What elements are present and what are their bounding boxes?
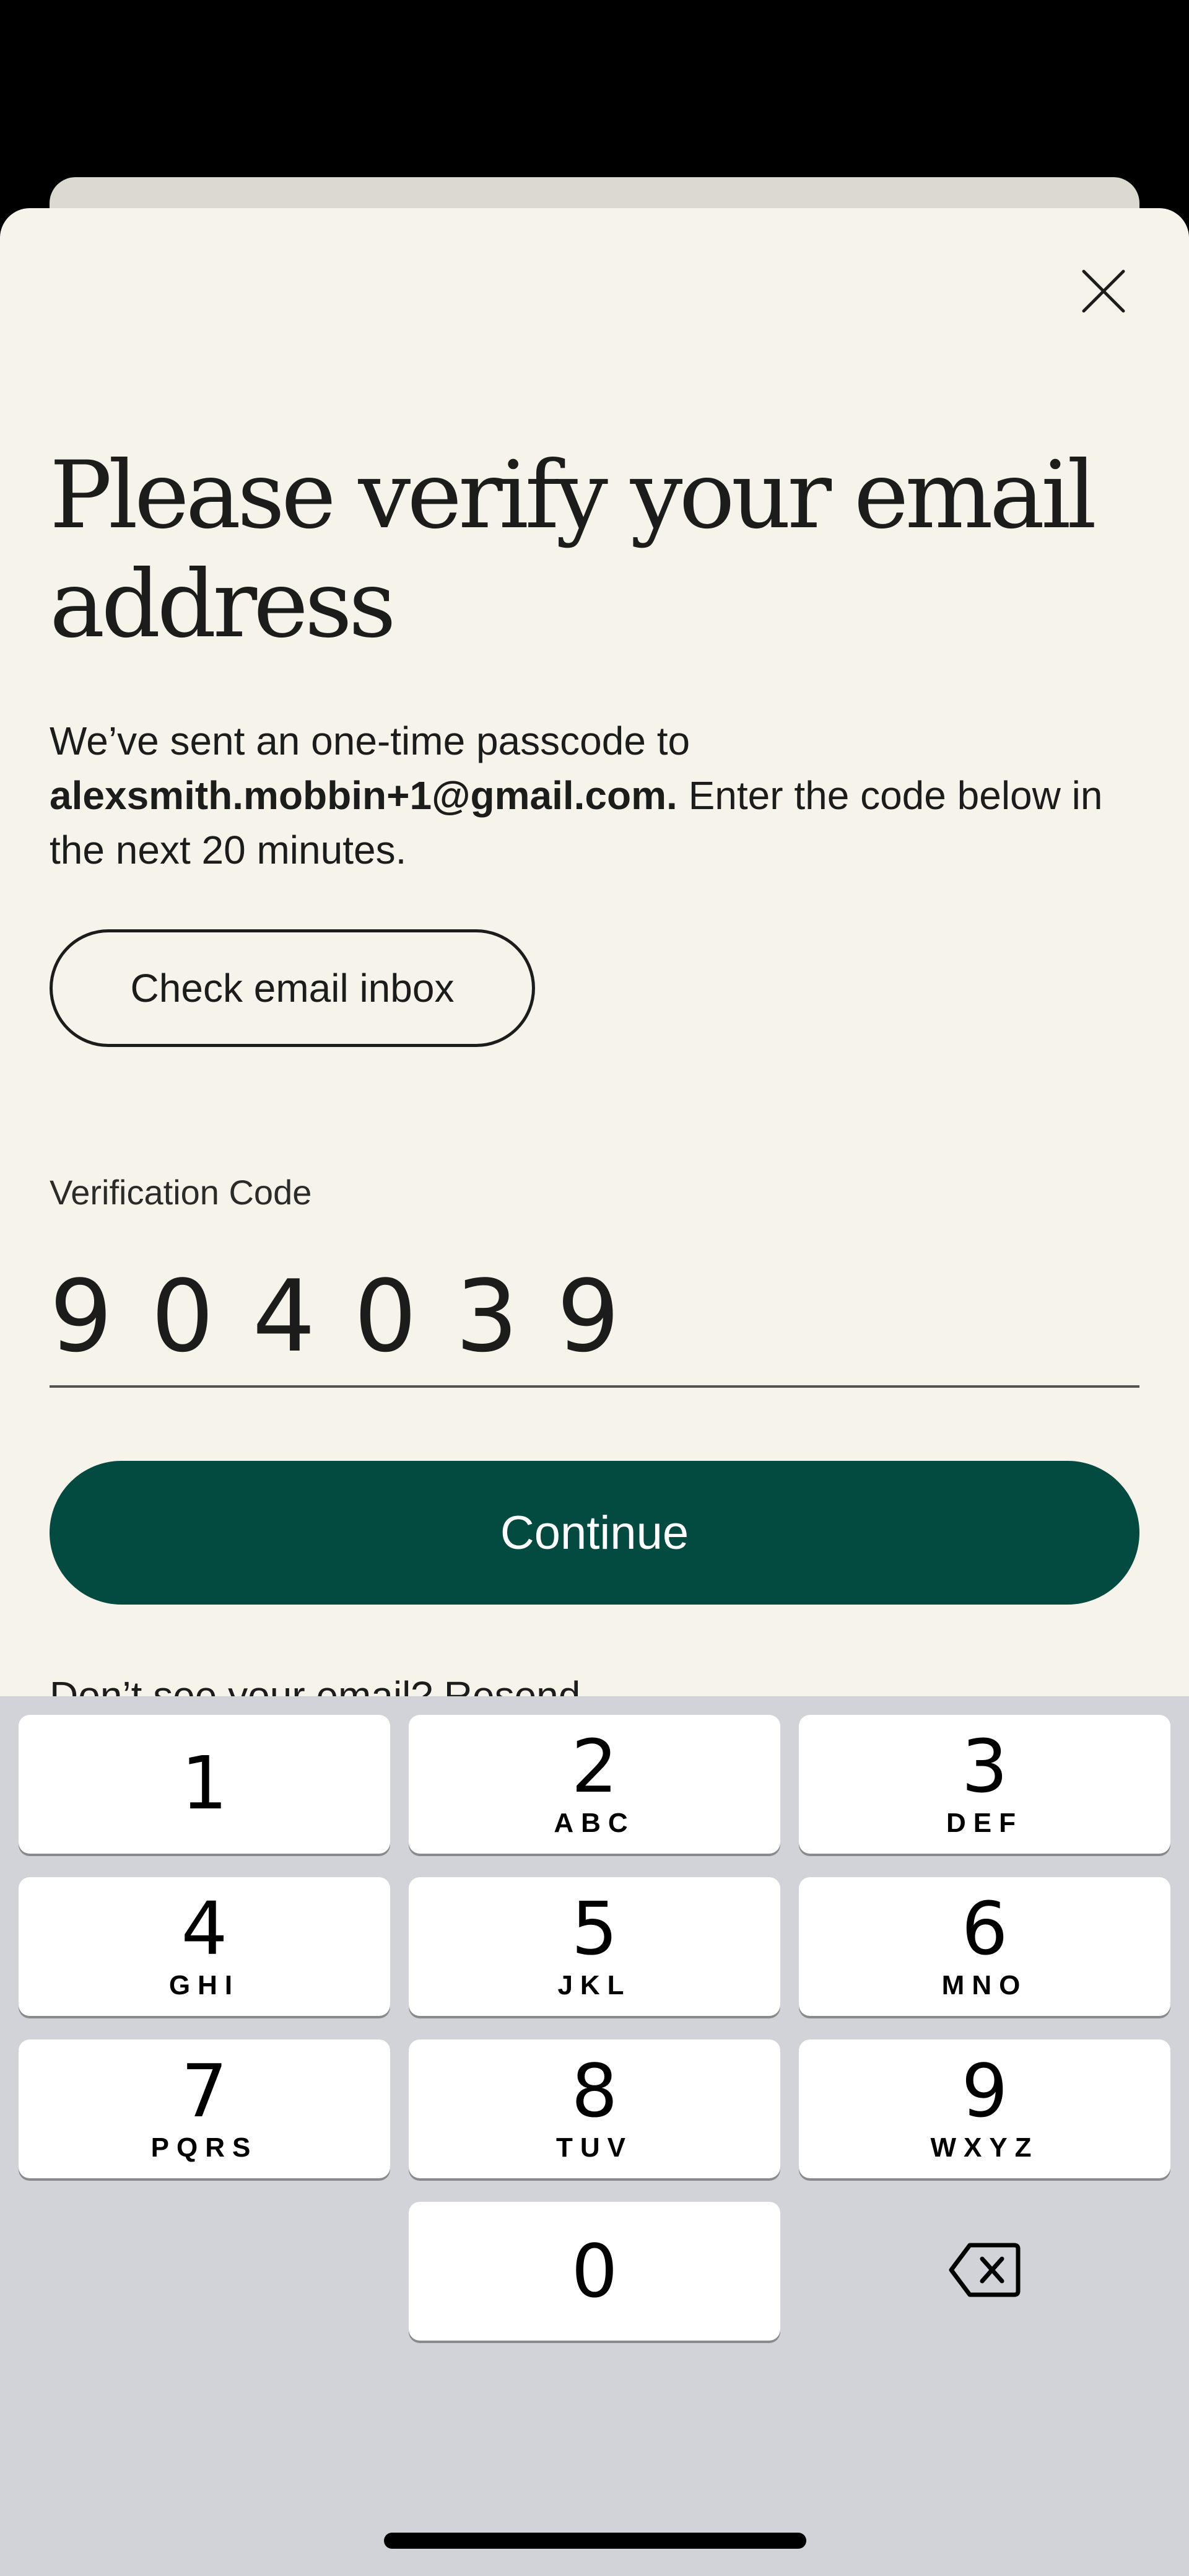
key-digit: 7 — [181, 2048, 228, 2134]
key-digit: 8 — [571, 2048, 618, 2134]
key-digit: 3 — [961, 1724, 1008, 1809]
close-button[interactable] — [1071, 259, 1136, 323]
key-digit: 6 — [961, 1886, 1008, 1971]
key-3[interactable]: 3 DEF — [799, 1715, 1170, 1854]
key-9[interactable]: 9 WXYZ — [799, 2039, 1170, 2178]
key-letters: ABC — [554, 1808, 635, 1838]
check-email-inbox-button[interactable]: Check email inbox — [50, 929, 535, 1047]
key-letters: JKL — [557, 1970, 632, 2000]
key-1[interactable]: 1 — [19, 1715, 390, 1854]
verification-code-label: Verification Code — [50, 1173, 312, 1212]
verification-description: We’ve sent an one-time passcode to alexs… — [50, 714, 1152, 877]
key-digit: 1 — [181, 1740, 228, 1826]
verification-code-value: 904039 — [50, 1258, 658, 1374]
key-8[interactable]: 8 TUV — [409, 2039, 780, 2178]
key-digit: 5 — [571, 1886, 618, 1971]
continue-button[interactable]: Continue — [50, 1461, 1139, 1605]
page-title: Please verify your email address — [50, 442, 1097, 659]
key-letters: MNO — [941, 1970, 1028, 2000]
key-2[interactable]: 2 ABC — [409, 1715, 780, 1854]
key-5[interactable]: 5 JKL — [409, 1877, 780, 2016]
key-letters: WXYZ — [930, 2132, 1039, 2163]
key-4[interactable]: 4 GHI — [19, 1877, 390, 2016]
key-7[interactable]: 7 PQRS — [19, 2039, 390, 2178]
verification-code-field[interactable]: 904039 — [50, 1258, 1139, 1388]
key-6[interactable]: 6 MNO — [799, 1877, 1170, 2016]
key-digit: 9 — [961, 2048, 1008, 2134]
close-icon — [1082, 269, 1125, 313]
home-indicator — [384, 2533, 806, 2549]
key-letters: DEF — [946, 1808, 1023, 1838]
key-digit: 4 — [181, 1886, 228, 1971]
key-letters: GHI — [168, 1970, 240, 2000]
email-address: alexsmith.mobbin+1@gmail.com. — [50, 773, 677, 818]
backspace-key[interactable] — [799, 2201, 1170, 2339]
key-digit: 0 — [571, 2228, 618, 2314]
key-letters: PQRS — [150, 2132, 258, 2163]
backspace-icon — [949, 2243, 1021, 2297]
key-0[interactable]: 0 — [409, 2202, 780, 2341]
description-prefix: We’ve sent an one-time passcode to — [50, 719, 690, 763]
key-letters: TUV — [556, 2132, 633, 2163]
key-digit: 2 — [571, 1724, 618, 1809]
